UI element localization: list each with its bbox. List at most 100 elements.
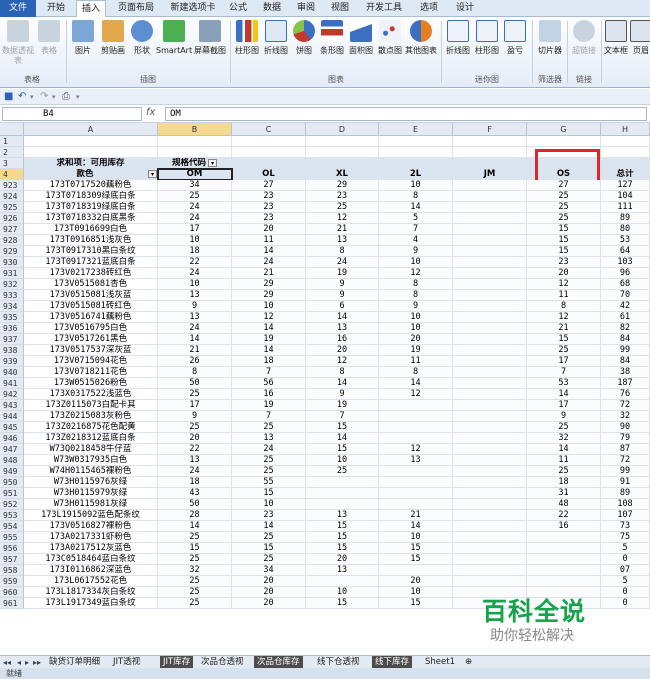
value-cell[interactable]: 20 [232,598,306,609]
value-cell[interactable]: 11 [527,455,601,466]
value-cell[interactable]: 13 [306,235,379,246]
value-cell[interactable]: 21 [527,323,601,334]
value-cell[interactable] [379,477,453,488]
value-cell[interactable]: 25 [527,202,601,213]
value-cell[interactable]: 23 [232,202,306,213]
value-cell[interactable]: 7 [306,411,379,422]
other-charts-button[interactable]: 其他图表 [405,20,437,70]
value-cell[interactable]: 14 [306,312,379,323]
value-cell[interactable] [453,290,527,301]
row-header[interactable]: 953 [0,510,24,521]
value-cell[interactable]: 10 [379,323,453,334]
cell[interactable] [601,158,650,169]
fx-icon[interactable]: fx [146,107,155,118]
value-cell[interactable]: 84 [601,334,650,345]
value-cell[interactable]: 111 [601,202,650,213]
value-cell[interactable]: 42 [601,301,650,312]
sparkline-line-button[interactable]: 折线图 [444,20,472,70]
cell[interactable] [232,147,306,158]
value-cell[interactable]: 107 [601,510,650,521]
size-header-3[interactable]: 2L [379,169,453,180]
value-cell[interactable]: 12 [527,279,601,290]
value-cell[interactable]: 38 [601,367,650,378]
value-cell[interactable]: 61 [601,312,650,323]
value-cell[interactable]: 20 [232,587,306,598]
value-cell[interactable] [453,213,527,224]
value-cell[interactable] [453,488,527,499]
value-cell[interactable]: 6 [306,301,379,312]
filter-dropdown-icon[interactable]: ▾ [208,158,217,167]
hyperlink-button[interactable]: 超链接 [570,20,598,70]
value-cell[interactable]: 5 [379,213,453,224]
value-cell[interactable] [453,433,527,444]
value-cell[interactable]: 15 [158,543,232,554]
value-cell[interactable] [453,499,527,510]
value-cell[interactable]: 7 [379,224,453,235]
value-cell[interactable]: 56 [232,378,306,389]
value-cell[interactable]: 25 [306,202,379,213]
value-cell[interactable]: 27 [527,180,601,191]
chevron-down-icon[interactable]: ▾ [30,90,34,104]
value-cell[interactable]: 12 [306,356,379,367]
value-cell[interactable] [453,367,527,378]
value-cell[interactable]: 29 [232,279,306,290]
row-header[interactable]: 946 [0,433,24,444]
style-color-cell[interactable]: 173V0515081砖红色 [24,301,158,312]
cell[interactable] [306,158,379,169]
cell[interactable] [379,158,453,169]
value-cell[interactable]: 32 [527,433,601,444]
value-cell[interactable]: 89 [601,213,650,224]
value-cell[interactable] [453,312,527,323]
value-cell[interactable]: 10 [232,499,306,510]
style-color-cell[interactable]: 173Z0218312蓝底白条 [24,433,158,444]
clip-art-button[interactable]: 剪贴画 [98,20,128,70]
value-cell[interactable]: 127 [601,180,650,191]
value-cell[interactable]: 12 [232,312,306,323]
value-cell[interactable] [379,499,453,510]
value-cell[interactable] [453,400,527,411]
value-cell[interactable] [453,257,527,268]
cell[interactable] [379,147,453,158]
row-header[interactable]: 957 [0,554,24,565]
value-cell[interactable] [379,422,453,433]
value-cell[interactable] [453,378,527,389]
value-cell[interactable]: 15 [306,422,379,433]
value-cell[interactable] [453,191,527,202]
style-color-cell[interactable]: 173L1915092蓝色配条纹 [24,510,158,521]
value-cell[interactable]: 25 [232,466,306,477]
tab-file[interactable]: 文件 [0,0,36,17]
value-cell[interactable] [453,477,527,488]
value-cell[interactable]: 27 [232,180,306,191]
row-header[interactable]: 4 [0,169,24,180]
row-header[interactable]: 938 [0,345,24,356]
row-header[interactable]: 1 [0,136,24,147]
value-cell[interactable]: 13 [158,290,232,301]
value-cell[interactable]: 89 [601,488,650,499]
value-cell[interactable]: 20 [527,268,601,279]
value-cell[interactable]: 75 [601,532,650,543]
value-cell[interactable]: 25 [158,191,232,202]
value-cell[interactable]: 11 [379,356,453,367]
style-color-cell[interactable]: W73H0115976灰绿 [24,477,158,488]
value-cell[interactable] [306,576,379,587]
style-color-cell[interactable]: 173Z0115073白配卡其 [24,400,158,411]
row-header[interactable]: 950 [0,477,24,488]
style-color-cell[interactable]: 173L0617552花色 [24,576,158,587]
cell[interactable] [601,136,650,147]
value-cell[interactable] [306,477,379,488]
value-cell[interactable]: 25 [527,345,601,356]
value-cell[interactable]: 8 [379,191,453,202]
value-cell[interactable]: 15 [379,543,453,554]
value-cell[interactable]: 22 [158,444,232,455]
size-header-0[interactable]: OM [158,169,232,180]
tab-design[interactable]: 设计 [450,0,480,17]
row-header[interactable]: 928 [0,235,24,246]
style-color-cell[interactable]: 173L1817334灰白条纹 [24,587,158,598]
value-cell[interactable]: 19 [379,345,453,356]
value-cell[interactable]: 20 [158,433,232,444]
value-cell[interactable] [453,235,527,246]
value-cell[interactable] [527,554,601,565]
value-cell[interactable]: 73 [601,521,650,532]
column-header-b[interactable]: B [158,123,232,136]
style-color-cell[interactable]: 173T0916851浅灰色 [24,235,158,246]
